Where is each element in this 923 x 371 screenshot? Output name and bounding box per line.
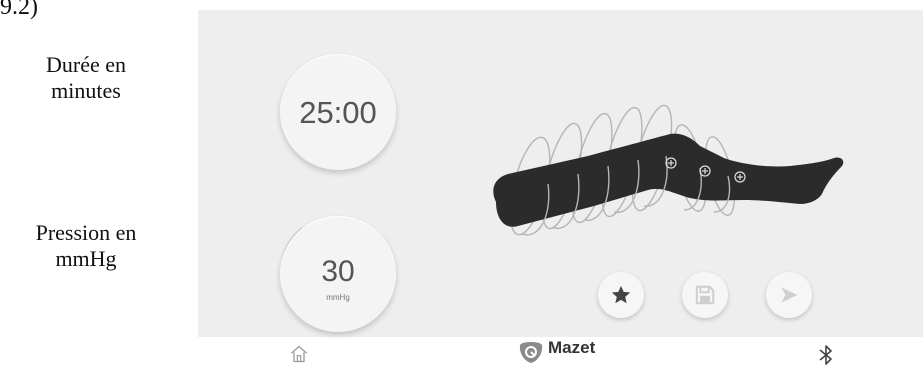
bluetooth-button[interactable]: [814, 341, 838, 369]
save-button[interactable]: [682, 272, 728, 318]
pressure-caption-line-1: Pression en: [35, 220, 137, 245]
favorite-button[interactable]: [598, 272, 644, 318]
duration-caption-line-2: minutes: [51, 78, 121, 103]
leg-silhouette: [493, 133, 844, 227]
pressure-unit: mmHg: [326, 292, 350, 302]
pressure-caption-line-2: mmHg: [55, 246, 117, 271]
play-icon: [781, 287, 798, 303]
duration-dial[interactable]: 25:00: [280, 54, 396, 170]
floppy-disk-icon: [695, 285, 715, 305]
duration-caption: Durée en minutes: [0, 52, 172, 104]
corner-text-fragment: 9.2): [0, 0, 38, 20]
mazet-logo-icon: [519, 342, 543, 363]
duration-caption-line-1: Durée en: [45, 52, 126, 77]
start-button[interactable]: [766, 272, 812, 318]
pressure-value: 30: [321, 254, 355, 288]
device-screen: 25:00 30 mmHg: [198, 10, 923, 337]
home-button[interactable]: [286, 341, 312, 367]
star-icon: [611, 285, 631, 304]
brand-logo: Mazet: [518, 338, 596, 365]
home-icon: [291, 345, 307, 363]
pressure-dial[interactable]: 30 mmHg: [280, 216, 396, 332]
pressure-caption: Pression en mmHg: [0, 220, 172, 272]
brand-name: Mazet: [548, 338, 596, 357]
leg-compression-illustration: [478, 94, 858, 264]
duration-value: 25:00: [299, 95, 377, 130]
bottom-bar: Mazet: [198, 337, 923, 371]
bluetooth-icon: [819, 345, 832, 365]
